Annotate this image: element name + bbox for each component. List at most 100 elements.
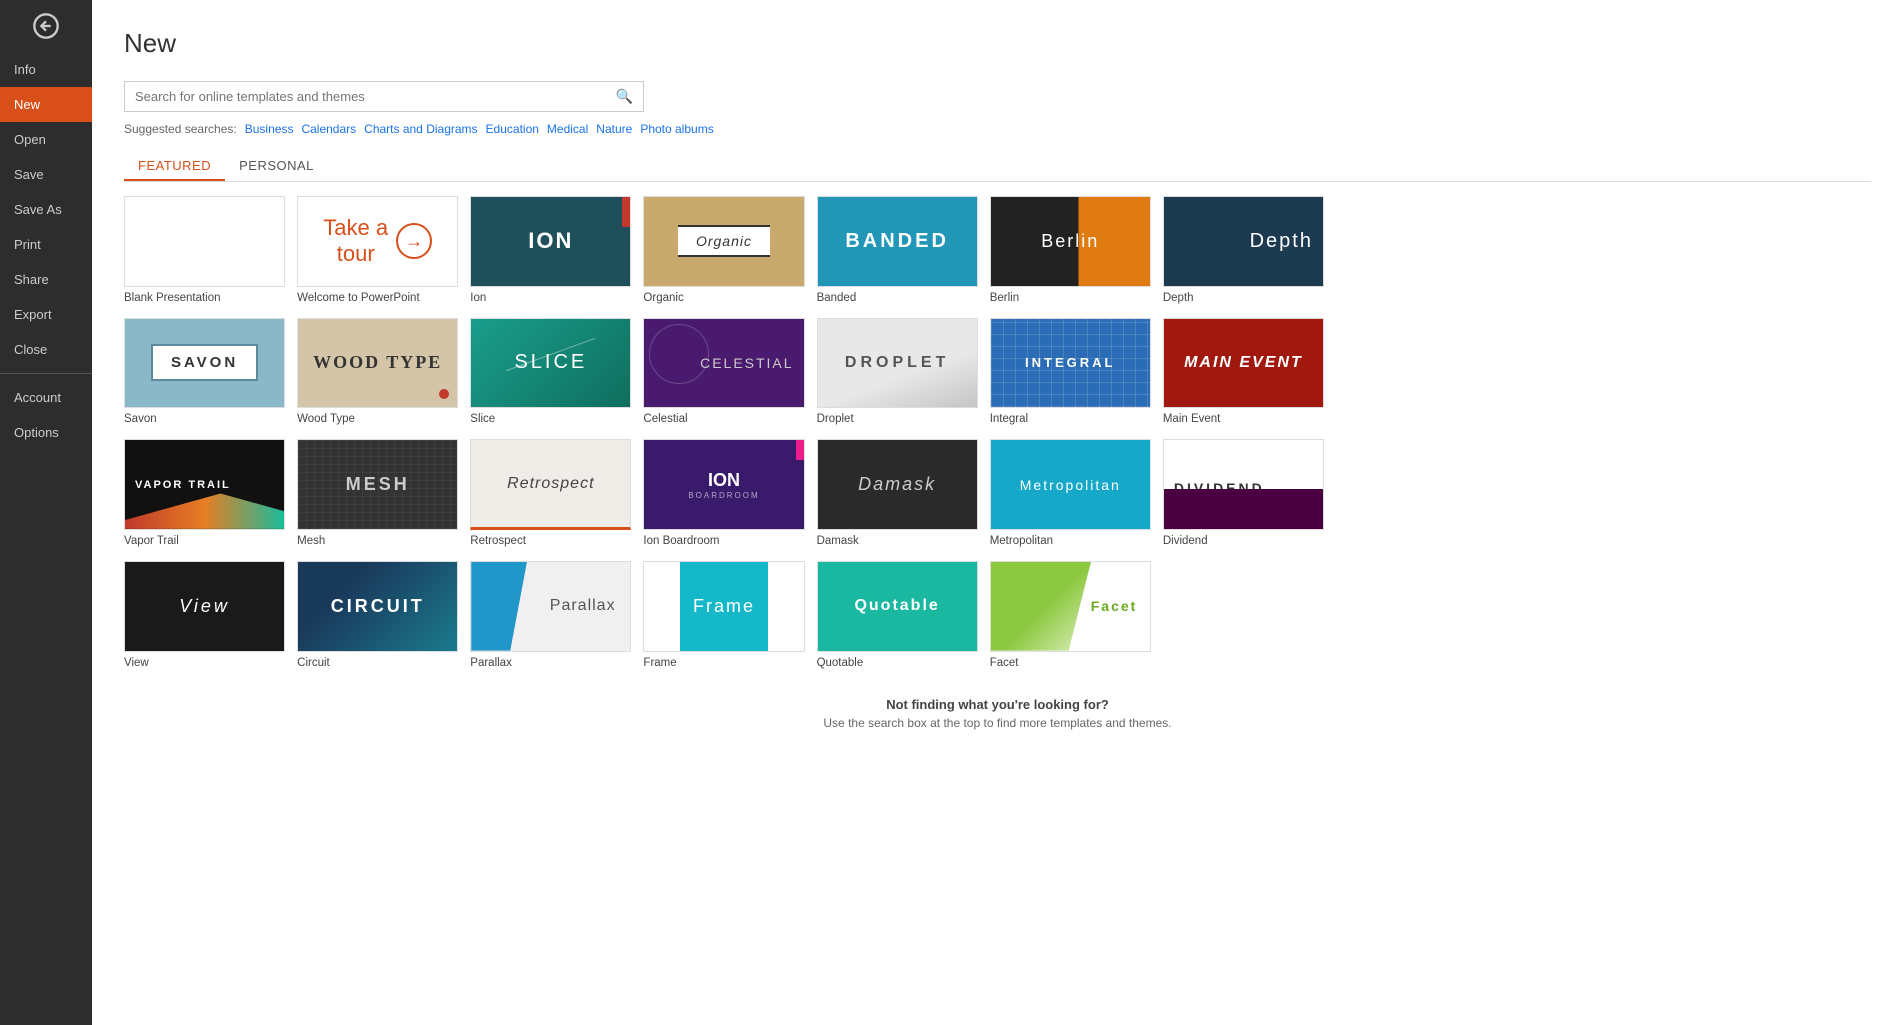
quotable-text: Quotable: [854, 597, 939, 615]
page-title: New: [124, 28, 1871, 59]
suggested-charts[interactable]: Charts and Diagrams: [364, 122, 477, 136]
template-slice[interactable]: SLICE Slice: [470, 318, 631, 426]
template-retrospect[interactable]: Retrospect Retrospect: [470, 439, 631, 547]
template-organic[interactable]: Organic Organic: [643, 196, 804, 304]
suggested-photo-albums[interactable]: Photo albums: [640, 122, 713, 136]
facet-text: Facet: [1003, 598, 1137, 614]
suggested-education[interactable]: Education: [486, 122, 539, 136]
sidebar-divider: [0, 373, 92, 374]
template-name-depth: Depth: [1163, 292, 1324, 304]
sidebar-item-info[interactable]: Info: [0, 52, 92, 87]
template-circuit[interactable]: CIRCUIT Circuit: [297, 561, 458, 669]
sidebar-item-share[interactable]: Share: [0, 262, 92, 297]
template-blank[interactable]: Blank Presentation: [124, 196, 285, 304]
template-name-quotable: Quotable: [817, 657, 978, 669]
template-name-metropolitan: Metropolitan: [990, 535, 1151, 547]
back-button[interactable]: [0, 0, 92, 52]
template-integral[interactable]: INTEGRAL Integral: [990, 318, 1151, 426]
template-parallax[interactable]: Parallax Parallax: [470, 561, 631, 669]
template-savon[interactable]: SAVON Savon: [124, 318, 285, 426]
sidebar-item-save[interactable]: Save: [0, 157, 92, 192]
bottom-notice-title: Not finding what you're looking for?: [124, 697, 1871, 712]
template-metropolitan[interactable]: Metropolitan Metropolitan: [990, 439, 1151, 547]
template-name-berlin: Berlin: [990, 292, 1151, 304]
template-mainevent[interactable]: MAIN EVENT Main Event: [1163, 318, 1324, 426]
template-mesh[interactable]: MESH Mesh: [297, 439, 458, 547]
template-celestial[interactable]: CELESTIAL Celestial: [643, 318, 804, 426]
template-thumb-ion: ION: [470, 196, 631, 287]
template-name-woodtype: Wood Type: [297, 413, 458, 425]
tab-featured[interactable]: FEATURED: [124, 152, 225, 181]
template-name-parallax: Parallax: [470, 657, 631, 669]
template-vaportrail[interactable]: VAPOR TRAIL Vapor Trail: [124, 439, 285, 547]
woodtype-dot: [439, 389, 449, 399]
main-content: New 🔍 Suggested searches: Business Calen…: [92, 0, 1903, 1025]
template-ion[interactable]: ION Ion: [470, 196, 631, 304]
sidebar-item-account[interactable]: Account: [0, 380, 92, 415]
template-thumb-woodtype: WOOD TYPE: [297, 318, 458, 409]
suggested-label: Suggested searches:: [124, 122, 237, 136]
template-thumb-depth: Depth: [1163, 196, 1324, 287]
tour-text: Take atour: [323, 215, 388, 268]
template-woodtype[interactable]: WOOD TYPE Wood Type: [297, 318, 458, 426]
template-name-tour: Welcome to PowerPoint: [297, 292, 458, 304]
template-thumb-integral: INTEGRAL: [990, 318, 1151, 409]
search-button[interactable]: 🔍: [606, 82, 643, 111]
sidebar-item-save-as[interactable]: Save As: [0, 192, 92, 227]
sidebar-item-open[interactable]: Open: [0, 122, 92, 157]
template-damask[interactable]: Damask Damask: [817, 439, 978, 547]
tab-personal[interactable]: PERSONAL: [225, 152, 328, 181]
template-tour[interactable]: Take atour → Welcome to PowerPoint: [297, 196, 458, 304]
template-ionboardroom[interactable]: ION BOARDROOM Ion Boardroom: [643, 439, 804, 547]
suggested-business[interactable]: Business: [245, 122, 294, 136]
bottom-notice: Not finding what you're looking for? Use…: [124, 697, 1871, 750]
berlin-text: Berlin: [1041, 231, 1099, 252]
template-name-droplet: Droplet: [817, 413, 978, 425]
template-name-integral: Integral: [990, 413, 1151, 425]
suggested-medical[interactable]: Medical: [547, 122, 588, 136]
ion-text: ION: [528, 228, 573, 254]
template-depth[interactable]: Depth Depth: [1163, 196, 1324, 304]
template-dividend[interactable]: DIVIDEND Dividend: [1163, 439, 1324, 547]
vaportrail-text: VAPOR TRAIL: [135, 479, 231, 491]
template-droplet[interactable]: DROPLET Droplet: [817, 318, 978, 426]
sidebar-item-options[interactable]: Options: [0, 415, 92, 450]
circuit-text: CIRCUIT: [331, 596, 425, 617]
template-frame[interactable]: Frame Frame: [643, 561, 804, 669]
template-name-facet: Facet: [990, 657, 1151, 669]
template-thumb-banded: BANDED: [817, 196, 978, 287]
bottom-notice-subtitle: Use the search box at the top to find mo…: [124, 716, 1871, 730]
template-view[interactable]: View View: [124, 561, 285, 669]
template-name-celestial: Celestial: [643, 413, 804, 425]
search-bar: 🔍: [124, 81, 644, 112]
sidebar-item-new[interactable]: New: [0, 87, 92, 122]
mesh-text: MESH: [346, 474, 410, 495]
sidebar-item-print[interactable]: Print: [0, 227, 92, 262]
search-input[interactable]: [125, 82, 606, 111]
template-thumb-droplet: DROPLET: [817, 318, 978, 409]
template-thumb-damask: Damask: [817, 439, 978, 530]
template-name-mesh: Mesh: [297, 535, 458, 547]
frame-text: Frame: [693, 596, 755, 617]
template-banded[interactable]: BANDED Banded: [817, 196, 978, 304]
template-thumb-metropolitan: Metropolitan: [990, 439, 1151, 530]
template-quotable[interactable]: Quotable Quotable: [817, 561, 978, 669]
parallax-text: Parallax: [486, 597, 615, 615]
template-berlin[interactable]: Berlin Berlin: [990, 196, 1151, 304]
template-thumb-berlin: Berlin: [990, 196, 1151, 287]
suggested-calendars[interactable]: Calendars: [301, 122, 356, 136]
ion-bar: [622, 197, 630, 227]
template-name-retrospect: Retrospect: [470, 535, 631, 547]
sidebar-item-close[interactable]: Close: [0, 332, 92, 367]
ionboardroom-text: ION: [708, 470, 740, 491]
sidebar-item-export[interactable]: Export: [0, 297, 92, 332]
mainevent-text: MAIN EVENT: [1184, 354, 1303, 372]
template-thumb-celestial: CELESTIAL: [643, 318, 804, 409]
template-facet[interactable]: Facet Facet: [990, 561, 1151, 669]
damask-text: Damask: [858, 474, 936, 495]
suggested-nature[interactable]: Nature: [596, 122, 632, 136]
template-thumb-tour: Take atour →: [297, 196, 458, 287]
template-thumb-slice: SLICE: [470, 318, 631, 409]
template-thumb-organic: Organic: [643, 196, 804, 287]
savon-inner: SAVON: [151, 344, 258, 381]
